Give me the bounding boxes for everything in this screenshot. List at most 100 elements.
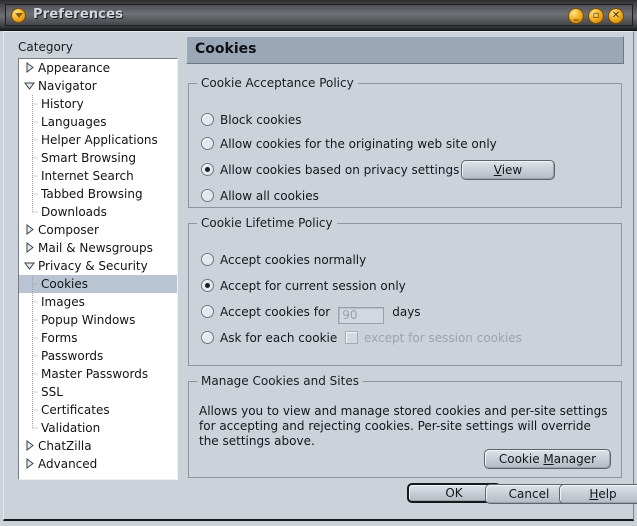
minimize-icon: _ [573,10,579,21]
radio-accept-for-days-indicator[interactable] [201,305,214,318]
sidebar-item-label: Appearance [38,61,111,75]
sidebar-item-label: Helper Applications [41,133,158,147]
sidebar-item-popup-windows[interactable]: Popup Windows [19,311,177,329]
cookie-manager-button[interactable]: Cookie Manager [483,449,611,469]
maximize-button[interactable]: ▫ [588,8,604,24]
chevron-down-icon[interactable] [23,79,36,92]
sidebar-item-master-passwords[interactable]: Master Passwords [19,365,177,383]
radio-block-cookies-label: Block cookies [220,113,302,127]
close-icon: ✕ [611,10,621,21]
radio-privacy-settings-indicator[interactable] [201,163,214,176]
sidebar-item-chatzilla[interactable]: ChatZilla [19,437,177,455]
sidebar-item-languages[interactable]: Languages [19,113,177,131]
radio-ask-each-cookie-indicator[interactable] [201,331,214,344]
radio-accept-normally-indicator[interactable] [201,253,214,266]
sidebar-item-label: Advanced [38,457,98,471]
chevron-right-icon[interactable] [23,439,36,452]
sidebar-item-images[interactable]: Images [19,293,177,311]
radio-block-cookies[interactable]: Block cookies [201,112,301,128]
chevron-down-icon[interactable] [23,259,36,272]
radio-block-cookies-indicator[interactable] [201,113,214,126]
chevron-right-icon[interactable] [23,241,36,254]
tree-guide-icon [31,347,38,365]
sidebar-item-label: Composer [38,223,99,237]
tree-guide-icon [31,167,38,185]
window-menu-icon[interactable] [11,8,26,23]
radio-originating-site-only[interactable]: Allow cookies for the originating web si… [201,136,497,152]
view-button-accesskey: V [493,163,502,177]
page-title: Cookies [195,41,257,57]
radio-session-only[interactable]: Accept for current session only [201,278,406,294]
checkbox-except-session-cookies-indicator[interactable] [345,331,358,344]
sidebar-item-label: Certificates [41,403,110,417]
sidebar-item-label: Smart Browsing [41,151,136,165]
cookie-lifetime-legend: Cookie Lifetime Policy [201,216,333,230]
radio-session-only-indicator[interactable] [201,279,214,292]
category-label: Category [18,40,73,54]
radio-privacy-settings-label: Allow cookies based on privacy settings [220,163,460,177]
chevron-right-icon[interactable] [23,61,36,74]
radio-allow-all-cookies[interactable]: Allow all cookies [201,188,319,204]
sidebar-item-downloads[interactable]: Downloads [19,203,177,221]
cookie-manager-label-rest: anager [553,452,596,466]
window-title: Preferences [33,7,124,22]
sidebar-item-label: Mail & Newsgroups [38,241,153,255]
chevron-right-icon[interactable] [23,223,36,236]
cookie-lifetime-group: Cookie Lifetime Policy Accept cookies no… [188,216,622,366]
close-button[interactable]: ✕ [608,8,624,24]
sidebar-item-smart-browsing[interactable]: Smart Browsing [19,149,177,167]
sidebar-item-label: Cookies [41,277,88,291]
sidebar-item-appearance[interactable]: Appearance [19,59,177,77]
sidebar-item-mail-newsgroups[interactable]: Mail & Newsgroups [19,239,177,257]
sidebar-item-composer[interactable]: Composer [19,221,177,239]
preferences-window: Preferences _ ▫ ✕ Category Appearance Nav… [0,0,637,526]
tree-guide-icon [31,275,38,293]
checkbox-except-session-cookies[interactable]: except for session cookies [345,330,522,346]
radio-privacy-settings[interactable]: Allow cookies based on privacy settings [201,162,459,178]
view-button-label-rest: iew [501,163,523,177]
sidebar-item-ssl[interactable]: SSL [19,383,177,401]
tree-guide-icon [31,401,38,419]
sidebar-item-passwords[interactable]: Passwords [19,347,177,365]
sidebar-item-certificates[interactable]: Certificates [19,401,177,419]
sidebar-item-advanced[interactable]: Advanced [19,455,177,473]
category-tree[interactable]: Appearance Navigator History Languages Helpe… [18,58,178,480]
radio-accept-for-days[interactable]: Accept cookies for 90 days [201,304,421,324]
radio-allow-all-cookies-label: Allow all cookies [220,189,319,203]
sidebar-item-forms[interactable]: Forms [19,329,177,347]
page-header: Cookies [186,36,624,64]
help-button-label-rest: elp [598,487,617,501]
chevron-right-icon[interactable] [23,457,36,470]
sidebar-item-history[interactable]: History [19,95,177,113]
sidebar-item-validation[interactable]: Validation [19,419,177,437]
sidebar-item-privacy-security[interactable]: Privacy & Security [19,257,177,275]
radio-originating-site-only-label: Allow cookies for the originating web si… [220,137,497,151]
radio-accept-for-days-label: Accept cookies for [220,305,331,319]
view-button[interactable]: View [461,160,555,180]
sidebar-item-label: Images [41,295,85,309]
sidebar-item-label: Tabbed Browsing [41,187,143,201]
radio-ask-each-cookie[interactable]: Ask for each cookie [201,330,337,346]
sidebar-item-helper-applications[interactable]: Helper Applications [19,131,177,149]
tree-guide-icon [31,311,38,329]
days-input[interactable]: 90 [338,307,385,324]
title-bar[interactable]: Preferences _ ▫ ✕ [0,0,637,31]
tree-guide-icon [31,149,38,167]
sidebar-item-navigator[interactable]: Navigator [19,77,177,95]
radio-originating-site-only-indicator[interactable] [201,137,214,150]
sidebar-item-label: History [41,97,84,111]
radio-allow-all-cookies-indicator[interactable] [201,189,214,202]
radio-accept-normally-label: Accept cookies normally [220,253,367,267]
cookie-acceptance-group: Cookie Acceptance Policy Block cookies A… [188,76,622,208]
sidebar-item-label: Navigator [38,79,97,93]
sidebar-item-cookies[interactable]: Cookies [19,275,177,293]
cookie-manager-label-pre: Cookie [498,452,544,466]
days-suffix-label: days [392,305,421,319]
sidebar-item-tabbed-browsing[interactable]: Tabbed Browsing [19,185,177,203]
help-button[interactable]: Help [559,484,637,504]
tree-guide-icon [31,95,38,113]
minimize-button[interactable]: _ [568,8,584,24]
radio-session-only-label: Accept for current session only [220,279,406,293]
radio-accept-normally[interactable]: Accept cookies normally [201,252,366,268]
sidebar-item-internet-search[interactable]: Internet Search [19,167,177,185]
